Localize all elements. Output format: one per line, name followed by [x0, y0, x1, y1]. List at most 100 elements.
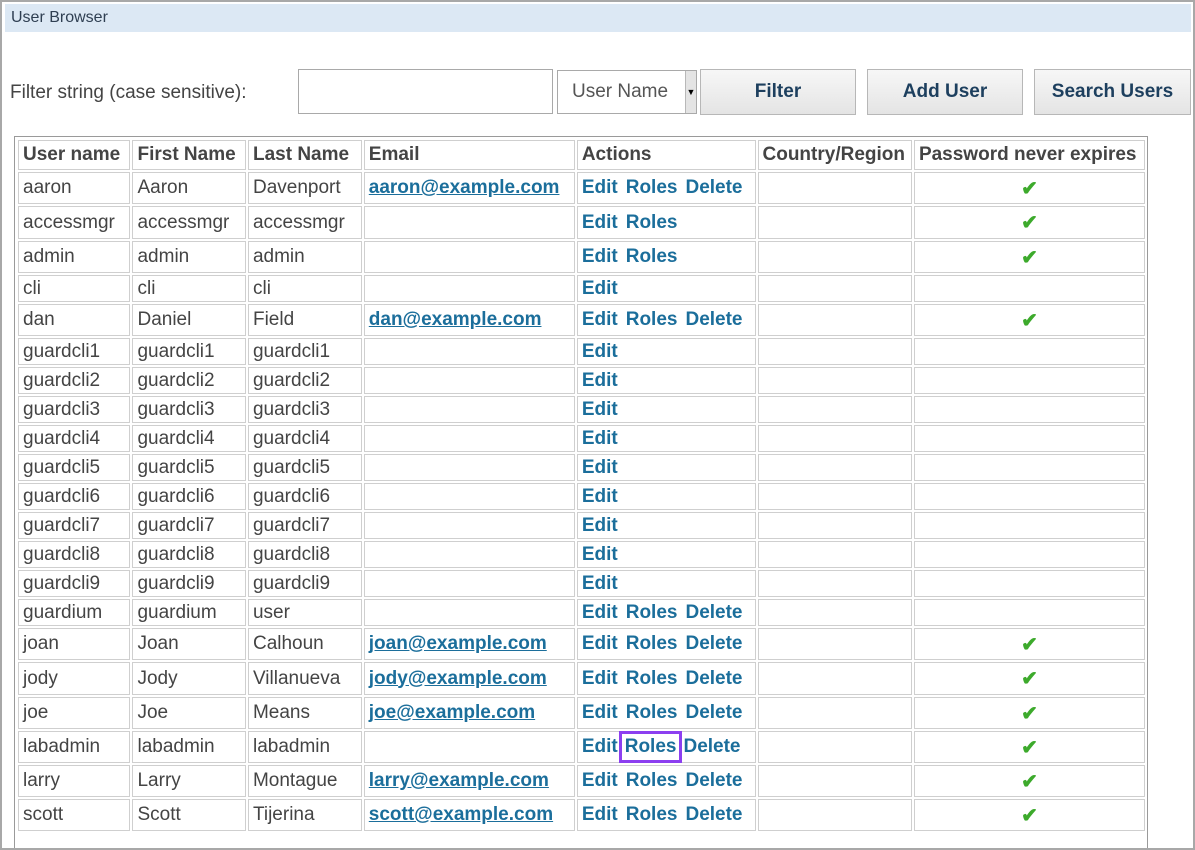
delete-action-link[interactable]: Delete	[685, 177, 742, 199]
cell-password-never-expires	[913, 275, 1145, 302]
edit-action-link[interactable]: Edit	[582, 702, 618, 724]
cell-password-never-expires	[913, 454, 1145, 481]
cell-password-never-expires: ✔	[913, 662, 1145, 695]
cell-password-never-expires	[913, 338, 1145, 365]
email-link[interactable]: jody@example.com	[369, 668, 547, 689]
cell-first-name: Daniel	[132, 304, 246, 336]
cell-password-never-expires: ✔	[913, 697, 1145, 729]
roles-action-link[interactable]: Roles	[626, 177, 678, 199]
edit-action-link[interactable]: Edit	[582, 770, 618, 792]
roles-action-link[interactable]: Roles	[626, 668, 678, 690]
cell-country-region	[757, 512, 912, 539]
roles-action-link[interactable]: Roles	[618, 731, 683, 763]
cell-last-name: admin	[247, 241, 362, 273]
cell-email	[363, 425, 575, 452]
cell-email: jody@example.com	[363, 662, 575, 695]
roles-action-link[interactable]: Roles	[626, 602, 678, 624]
cell-last-name: labadmin	[247, 731, 362, 763]
edit-action-link[interactable]: Edit	[582, 544, 618, 566]
cell-password-never-expires	[913, 512, 1145, 539]
edit-action-link[interactable]: Edit	[582, 486, 618, 508]
cell-user-name: guardcli6	[18, 483, 131, 510]
cell-last-name: Tijerina	[247, 799, 362, 831]
roles-action-link[interactable]: Roles	[626, 246, 678, 268]
cell-country-region	[757, 662, 912, 695]
cell-user-name: labadmin	[18, 731, 131, 763]
delete-action-link[interactable]: Delete	[685, 309, 742, 331]
filter-input[interactable]	[298, 69, 553, 114]
edit-action-link[interactable]: Edit	[582, 246, 618, 268]
cell-actions: Edit	[576, 396, 756, 423]
delete-action-link[interactable]: Delete	[685, 804, 742, 826]
cell-email: joe@example.com	[363, 697, 575, 729]
cell-actions: Edit Roles Delete	[576, 599, 756, 626]
cell-email	[363, 731, 575, 763]
add-user-button[interactable]: Add User	[867, 69, 1023, 115]
cell-password-never-expires: ✔	[913, 731, 1145, 763]
table-row: jody Jody Villanueva jody@example.com Edit Ro…	[18, 662, 1145, 695]
edit-action-link[interactable]: Edit	[582, 602, 618, 624]
email-link[interactable]: scott@example.com	[369, 804, 553, 825]
cell-last-name: guardcli1	[247, 338, 362, 365]
delete-action-link[interactable]: Delete	[685, 702, 742, 724]
email-link[interactable]: aaron@example.com	[369, 177, 560, 198]
delete-action-link[interactable]: Delete	[683, 736, 740, 758]
email-link[interactable]: joan@example.com	[369, 633, 547, 654]
edit-action-link[interactable]: Edit	[582, 309, 618, 331]
edit-action-link[interactable]: Edit	[582, 278, 618, 300]
user-browser-window: User Browser Filter string (case sensiti…	[0, 0, 1195, 850]
edit-action-link[interactable]: Edit	[582, 573, 618, 595]
cell-first-name: guardcli3	[132, 396, 246, 423]
roles-action-link[interactable]: Roles	[626, 212, 678, 234]
search-users-button[interactable]: Search Users	[1034, 69, 1191, 115]
header-last-name: Last Name	[247, 140, 362, 170]
edit-action-link[interactable]: Edit	[582, 212, 618, 234]
edit-action-link[interactable]: Edit	[582, 736, 618, 758]
delete-action-link[interactable]: Delete	[685, 668, 742, 690]
roles-action-link[interactable]: Roles	[626, 770, 678, 792]
cell-actions: Edit	[576, 483, 756, 510]
edit-action-link[interactable]: Edit	[582, 457, 618, 479]
table-row: guardcli2 guardcli2 guardcli2 Edit	[18, 367, 1145, 394]
delete-action-link[interactable]: Delete	[685, 633, 742, 655]
cell-user-name: admin	[18, 241, 131, 273]
delete-action-link[interactable]: Delete	[685, 602, 742, 624]
roles-action-link[interactable]: Roles	[626, 309, 678, 331]
roles-action-link[interactable]: Roles	[626, 804, 678, 826]
chevron-down-icon[interactable]: ▼	[685, 71, 696, 113]
header-actions: Actions	[576, 140, 756, 170]
edit-action-link[interactable]: Edit	[582, 399, 618, 421]
edit-action-link[interactable]: Edit	[582, 177, 618, 199]
cell-email	[363, 241, 575, 273]
table-row: accessmgr accessmgr accessmgr Edit Roles ✔	[18, 206, 1145, 239]
cell-country-region	[757, 731, 912, 763]
table-row: guardium guardium user Edit Roles Delete	[18, 599, 1145, 626]
edit-action-link[interactable]: Edit	[582, 341, 618, 363]
cell-actions: Edit	[576, 367, 756, 394]
cell-first-name: labadmin	[132, 731, 246, 763]
edit-action-link[interactable]: Edit	[582, 515, 618, 537]
cell-user-name: guardcli4	[18, 425, 131, 452]
roles-action-link[interactable]: Roles	[626, 633, 678, 655]
edit-action-link[interactable]: Edit	[582, 668, 618, 690]
cell-country-region	[757, 799, 912, 831]
cell-email	[363, 367, 575, 394]
delete-action-link[interactable]: Delete	[685, 770, 742, 792]
edit-action-link[interactable]: Edit	[582, 370, 618, 392]
edit-action-link[interactable]: Edit	[582, 633, 618, 655]
check-icon: ✔	[1021, 633, 1038, 656]
cell-last-name: guardcli3	[247, 396, 362, 423]
edit-action-link[interactable]: Edit	[582, 804, 618, 826]
filter-button[interactable]: Filter	[700, 69, 856, 115]
email-link[interactable]: larry@example.com	[369, 770, 549, 791]
filter-field-select[interactable]: User Name ▼	[557, 70, 697, 114]
cell-password-never-expires	[913, 425, 1145, 452]
edit-action-link[interactable]: Edit	[582, 428, 618, 450]
cell-password-never-expires: ✔	[913, 799, 1145, 831]
email-link[interactable]: dan@example.com	[369, 309, 542, 330]
email-link[interactable]: joe@example.com	[369, 702, 535, 723]
cell-user-name: dan	[18, 304, 131, 336]
cell-actions: Edit Roles Delete	[576, 799, 756, 831]
roles-action-link[interactable]: Roles	[626, 702, 678, 724]
cell-user-name: jody	[18, 662, 131, 695]
